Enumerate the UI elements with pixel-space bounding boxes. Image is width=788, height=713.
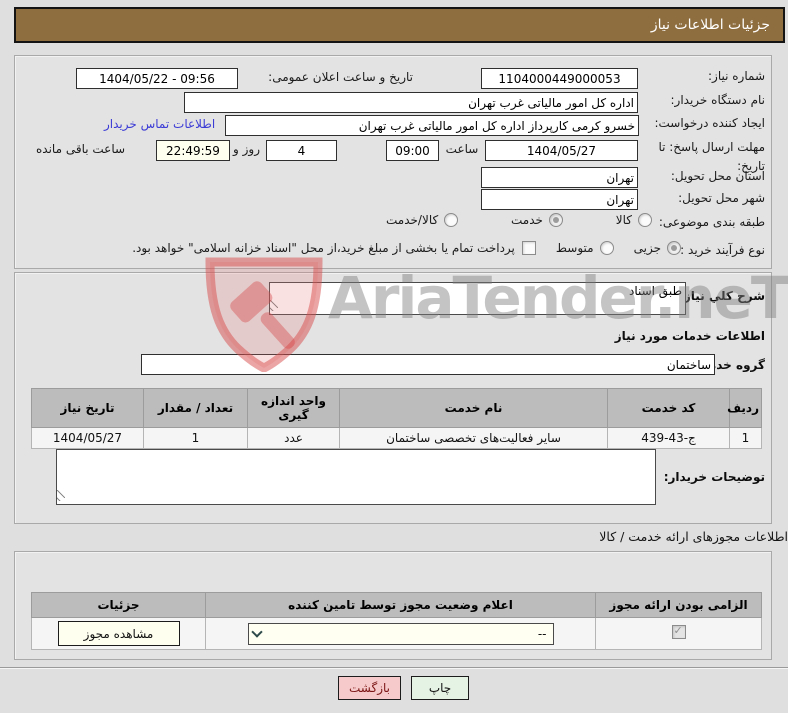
license-table: الزامی بودن ارائه مجوز اعلام وضعیت مجوز … [31, 592, 762, 650]
cell-service-name: سایر فعالیت‌های تخصصی ساختمان [339, 427, 608, 449]
goods-radio-label: کالا [615, 213, 632, 227]
subject-option-goods-service: کالا/خدمت [386, 213, 459, 227]
col-service-code: کد خدمت [607, 388, 730, 428]
services-table-row: 1 ج-43-439 سایر فعالیت‌های تخصصی ساختمان… [31, 427, 762, 449]
print-button[interactable]: چاپ [411, 676, 469, 700]
delivery-city-field[interactable] [481, 189, 638, 210]
purchase-type-label: نوع فرآیند خرید : [680, 243, 765, 257]
subject-class-options: کالا خدمت کالا/خدمت [386, 213, 652, 227]
need-info-panel: شماره نیاز: تاریخ و ساعت اعلان عمومی: نا… [14, 55, 772, 269]
request-creator-label: ایجاد کننده درخواست: [654, 116, 765, 130]
general-desc-textarea[interactable]: طبق اسناد [269, 282, 686, 315]
purchase-option-minor: جزیی [634, 241, 681, 255]
col-details: جزئیات [31, 592, 206, 618]
reply-hour-label: ساعت [445, 142, 479, 156]
announce-datetime-field[interactable] [76, 68, 238, 89]
minor-radio[interactable] [667, 241, 681, 255]
medium-radio[interactable] [599, 241, 614, 255]
need-number-field[interactable] [481, 68, 638, 89]
cell-quantity: 1 [143, 427, 248, 449]
time-left-field[interactable] [156, 140, 230, 161]
col-quantity: تعداد / مقدار [143, 388, 248, 428]
col-service-name: نام خدمت [339, 388, 608, 428]
subject-option-goods: کالا [616, 213, 652, 227]
subject-option-service: خدمت [511, 213, 563, 227]
subject-class-label: طبقه بندی موضوعی: [658, 215, 765, 229]
cell-need-date: 1404/05/27 [31, 427, 144, 449]
page-title-bar: جزئیات اطلاعات نیاز [14, 7, 785, 43]
medium-radio-label: متوسط [555, 241, 594, 255]
day-and-label: روز و [233, 142, 260, 156]
purchase-option-medium: متوسط [556, 241, 614, 255]
need-number-label: شماره نیاز: [708, 69, 765, 83]
goods-service-radio-label: کالا/خدمت [386, 213, 439, 227]
col-unit: واحد اندازه گیری [247, 388, 340, 428]
cell-unit: عدد [247, 427, 340, 449]
cell-license-status: -- [205, 617, 596, 650]
col-need-date: تاریخ نیاز [31, 388, 144, 428]
service-group-field[interactable] [141, 354, 715, 375]
license-status-value: -- [537, 626, 547, 641]
service-radio-label: خدمت [511, 213, 543, 227]
license-status-select[interactable]: -- [247, 622, 554, 645]
minor-radio-label: جزیی [633, 241, 661, 255]
col-license-status: اعلام وضعیت مجوز توسط تامین کننده [205, 592, 596, 618]
license-required-checkbox[interactable] [671, 624, 686, 639]
cell-license-required [595, 617, 762, 650]
services-section-header: اطلاعات خدمات مورد نیاز [614, 329, 765, 343]
back-button[interactable]: بازگشت [338, 676, 401, 700]
footer-divider [0, 667, 788, 669]
cell-details: مشاهده مجوز [31, 617, 206, 650]
general-desc-label: شرح كلي نياز: [679, 289, 765, 303]
page-title: جزئیات اطلاعات نیاز [650, 17, 770, 33]
buyer-org-field[interactable] [184, 92, 638, 113]
goods-service-radio[interactable] [444, 213, 459, 227]
service-radio[interactable] [548, 213, 563, 227]
license-section-header: اطلاعات مجوزهای ارائه خدمت / کالا [599, 529, 788, 544]
cell-service-code: ج-43-439 [607, 427, 730, 449]
license-table-row: -- مشاهده مجوز [31, 617, 762, 650]
treasury-checkbox[interactable] [521, 241, 536, 255]
treasury-option: پرداخت تمام یا بخشی از مبلغ خرید،از محل … [132, 241, 536, 255]
days-left-field[interactable] [266, 140, 337, 161]
buyer-notes-label: توضیحات خریدار: [663, 470, 765, 484]
announce-datetime-label: تاریخ و ساعت اعلان عمومی: [268, 70, 413, 84]
resize-grip-icon[interactable] [57, 490, 68, 501]
delivery-province-field[interactable] [481, 167, 638, 188]
treasury-checkbox-label: پرداخت تمام یا بخشی از مبلغ خرید،از محل … [132, 241, 515, 255]
chevron-down-icon [249, 626, 265, 638]
delivery-province-label: استان محل تحویل: [670, 169, 765, 183]
buyer-org-label: نام دستگاه خریدار: [670, 93, 766, 107]
services-table: ردیف کد خدمت نام خدمت واحد اندازه گیری ت… [31, 388, 762, 449]
col-row-number: ردیف [727, 388, 762, 428]
reply-hour-field[interactable] [386, 140, 439, 161]
purchase-type-options: جزیی متوسط پرداخت تمام یا بخشی از مبلغ خ… [25, 241, 681, 255]
cell-row-number: 1 [729, 427, 762, 449]
need-services-panel: شرح كلي نياز: طبق اسناد اطلاعات خدمات مو… [14, 272, 772, 524]
reply-date-field[interactable] [485, 140, 638, 161]
services-table-header-row: ردیف کد خدمت نام خدمت واحد اندازه گیری ت… [31, 388, 762, 428]
resize-grip-icon[interactable] [270, 300, 281, 311]
request-creator-field[interactable] [225, 115, 639, 136]
buyer-notes-textarea[interactable] [56, 449, 656, 505]
license-panel: الزامی بودن ارائه مجوز اعلام وضعیت مجوز … [14, 551, 772, 660]
need-details-page: جزئیات اطلاعات نیاز شماره نیاز: تاریخ و … [0, 0, 788, 713]
view-license-button[interactable]: مشاهده مجوز [57, 621, 180, 646]
hours-remaining-label: ساعت باقی مانده [36, 142, 126, 156]
col-license-required: الزامی بودن ارائه مجوز [595, 592, 762, 618]
goods-radio[interactable] [638, 213, 652, 227]
license-table-header-row: الزامی بودن ارائه مجوز اعلام وضعیت مجوز … [31, 592, 762, 618]
buyer-contact-link[interactable]: اطلاعات تماس خریدار [104, 117, 215, 131]
delivery-city-label: شهر محل تحویل: [678, 191, 765, 205]
